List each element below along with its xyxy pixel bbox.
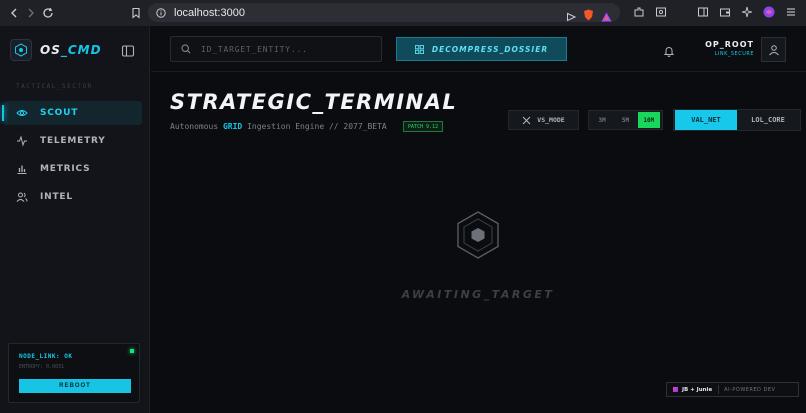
section-label: TACTICAL_SECTOR xyxy=(16,83,93,90)
entropy-readout: ENTROPY: 0.0031 xyxy=(19,364,65,370)
page-title: STRATEGIC_TERMINAL xyxy=(170,90,458,114)
tab-val-net[interactable]: VAL_NET xyxy=(675,110,737,130)
reload-icon[interactable] xyxy=(40,5,56,21)
decompress-dossier-button[interactable]: DECOMPRESS_DOSSIER xyxy=(396,37,567,61)
subtitle-highlight: GRID xyxy=(222,122,243,131)
back-icon[interactable] xyxy=(6,5,22,21)
sidebar-item-scout[interactable]: SCOUT xyxy=(2,101,142,125)
subtitle-text: Autonomous xyxy=(170,122,223,131)
logo-suffix: CMD xyxy=(67,43,102,57)
reboot-button[interactable]: REBOOT xyxy=(19,379,131,393)
badge-tag: AI-POWERED DEV xyxy=(724,386,776,393)
sidebar-item-label: METRICS xyxy=(40,164,91,174)
vs-mode-button[interactable]: VS_MODE xyxy=(508,110,579,130)
user-name: OP_ROOT xyxy=(705,40,754,49)
brave-shield-icon[interactable] xyxy=(583,6,594,25)
screenshot-icon[interactable] xyxy=(654,5,668,19)
badge-brand: JB + Junie xyxy=(682,386,713,393)
bar-chart-icon xyxy=(16,163,28,175)
app-logo[interactable]: OS_CMD xyxy=(10,39,102,61)
time-option-10m[interactable]: 10M xyxy=(637,112,660,128)
eye-icon xyxy=(16,107,28,119)
forward-icon[interactable] xyxy=(23,5,39,21)
decompress-label: DECOMPRESS_DOSSIER xyxy=(431,44,549,54)
sidebar-item-label: INTEL xyxy=(40,192,73,202)
status-indicator-icon xyxy=(130,349,134,353)
time-range-selector: 3M 5M 10M xyxy=(588,110,663,130)
sidebar-item-label: SCOUT xyxy=(40,108,79,118)
activity-icon xyxy=(16,135,28,147)
bookmark-icon[interactable] xyxy=(128,5,144,21)
vs-mode-label: VS_MODE xyxy=(537,116,565,124)
url-text: localhost:3000 xyxy=(174,6,245,19)
brave-rewards-icon[interactable] xyxy=(601,7,612,26)
crossed-swords-icon xyxy=(522,116,531,125)
avatar[interactable] xyxy=(761,37,786,62)
sidebar-item-metrics[interactable]: METRICS xyxy=(4,157,142,181)
sidebar-item-telemetry[interactable]: TELEMETRY xyxy=(4,129,142,153)
network-selector: VAL_NET LOL_CORE xyxy=(673,109,801,131)
page-subtitle: Autonomous GRID Ingestion Engine // 2077… xyxy=(170,122,387,131)
top-bar: DECOMPRESS_DOSSIER OP_ROOT LINK_SECURE xyxy=(151,26,806,72)
user-icon xyxy=(768,44,780,56)
jetbrains-logo-icon xyxy=(673,387,678,392)
node-status-card: NODE_LINK: OK ENTROPY: 0.0031 REBOOT xyxy=(8,343,140,403)
subtitle-text-end: Ingestion Engine // 2077_BETA xyxy=(242,122,387,131)
menu-icon[interactable] xyxy=(784,5,798,19)
time-option-5m[interactable]: 5M xyxy=(614,112,636,128)
leo-ai-icon[interactable] xyxy=(740,5,754,19)
search-box[interactable] xyxy=(170,36,382,62)
sidebar-item-label: TELEMETRY xyxy=(40,136,106,146)
time-option-3m[interactable]: 3M xyxy=(591,112,613,128)
extensions-icon[interactable] xyxy=(632,5,646,19)
sidebar-item-intel[interactable]: INTEL xyxy=(4,185,142,209)
sidebar-toggle-icon[interactable] xyxy=(696,5,710,19)
bell-icon[interactable] xyxy=(663,42,675,57)
patch-badge: PATCH 9.12 xyxy=(403,121,444,132)
awaiting-target-label: AWAITING_TARGET xyxy=(401,288,555,301)
profile-icon[interactable] xyxy=(762,5,776,19)
browser-toolbar: localhost:3000 xyxy=(0,0,806,26)
node-link-status: NODE_LINK: OK xyxy=(19,353,73,360)
address-bar[interactable]: localhost:3000 xyxy=(148,3,620,22)
send-icon[interactable] xyxy=(566,7,577,26)
hexagon-logo-icon xyxy=(10,39,32,61)
grid-icon xyxy=(414,44,424,54)
users-icon xyxy=(16,191,28,203)
footer-badge[interactable]: JB + Junie AI-POWERED DEV xyxy=(666,382,799,397)
hexagon-placeholder-icon xyxy=(453,210,503,260)
search-icon xyxy=(181,44,191,54)
collapse-sidebar-icon[interactable] xyxy=(121,43,135,57)
divider xyxy=(718,385,720,394)
wallet-icon[interactable] xyxy=(718,5,732,19)
logo-prefix: OS xyxy=(40,43,61,57)
site-info-icon[interactable] xyxy=(156,7,166,18)
logo-text: OS_CMD xyxy=(40,43,102,57)
sidebar: OS_CMD TACTICAL_SECTOR SCOUT TELEMETRY M… xyxy=(0,26,150,413)
search-input[interactable] xyxy=(199,43,369,55)
link-status: LINK_SECURE xyxy=(714,51,754,57)
tab-lol-core[interactable]: LOL_CORE xyxy=(737,110,799,130)
